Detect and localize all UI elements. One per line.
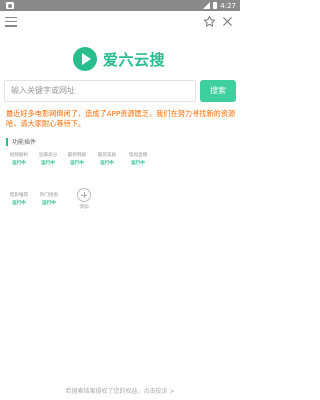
plugin-status: 运行中 — [42, 201, 56, 206]
battery-icon — [213, 2, 218, 9]
plugin-name: 电影推荐 — [9, 193, 29, 198]
menu-icon[interactable] — [5, 17, 17, 27]
plugin-item[interactable]: 最新美剧 运行中 — [92, 152, 122, 167]
plugin-status: 运行中 — [41, 161, 55, 166]
plugin-status: 运行中 — [70, 161, 84, 166]
add-plugin-button[interactable]: 添加 — [72, 188, 96, 210]
add-plugin-label: 添加 — [79, 205, 89, 210]
signal-icon — [203, 2, 211, 9]
plugin-item[interactable]: 电视直播 运行中 — [123, 152, 153, 167]
plugin-name: 豆瓣高分 — [38, 153, 58, 158]
plugins-section-title: 功能插件 — [6, 137, 36, 146]
plugin-item[interactable]: 视频解析 运行中 — [4, 152, 34, 167]
plugin-item[interactable]: 最新韩剧 运行中 — [62, 152, 92, 167]
app-logo: 爱六云搜 — [73, 47, 165, 71]
logo-text: 爱六云搜 — [103, 50, 166, 69]
notice-text: 最近好多电影网倒闭了，造成了APP资源匮乏，我们在努力寻找新的资源哈，请大家耐心… — [6, 109, 236, 128]
status-time: 4:27 — [220, 1, 236, 10]
plugin-item[interactable]: 豆瓣高分 运行中 — [33, 152, 63, 167]
plugin-status: 运行中 — [100, 161, 114, 166]
status-bar: 4:27 — [0, 0, 240, 11]
plugin-name: 最新韩剧 — [67, 153, 87, 158]
search-button[interactable]: 搜索 — [200, 80, 236, 102]
section-title-text: 功能插件 — [12, 139, 37, 146]
plugin-name: 电视直播 — [128, 153, 148, 158]
close-icon[interactable] — [221, 15, 234, 28]
plugin-status: 运行中 — [12, 201, 26, 206]
plugin-name: 视频解析 — [9, 153, 29, 158]
star-icon[interactable] — [203, 15, 216, 28]
plugin-status: 运行中 — [12, 161, 26, 166]
complaint-link[interactable]: 若搜索结果侵权了您的权益，点击投诉 > — [0, 386, 240, 395]
plugin-status: 运行中 — [131, 161, 145, 166]
plugin-item[interactable]: 热门搜索 运行中 — [34, 192, 64, 207]
plugin-item[interactable]: 电影推荐 运行中 — [4, 192, 34, 207]
play-icon — [73, 47, 97, 71]
plugin-name: 最新美剧 — [97, 153, 117, 158]
plus-icon — [77, 188, 91, 202]
top-toolbar — [0, 11, 240, 33]
camera-icon — [6, 2, 14, 9]
search-input[interactable]: 输入关键字或网址 — [4, 80, 196, 102]
section-accent-bar — [6, 137, 8, 146]
plugin-name: 热门搜索 — [39, 193, 59, 198]
